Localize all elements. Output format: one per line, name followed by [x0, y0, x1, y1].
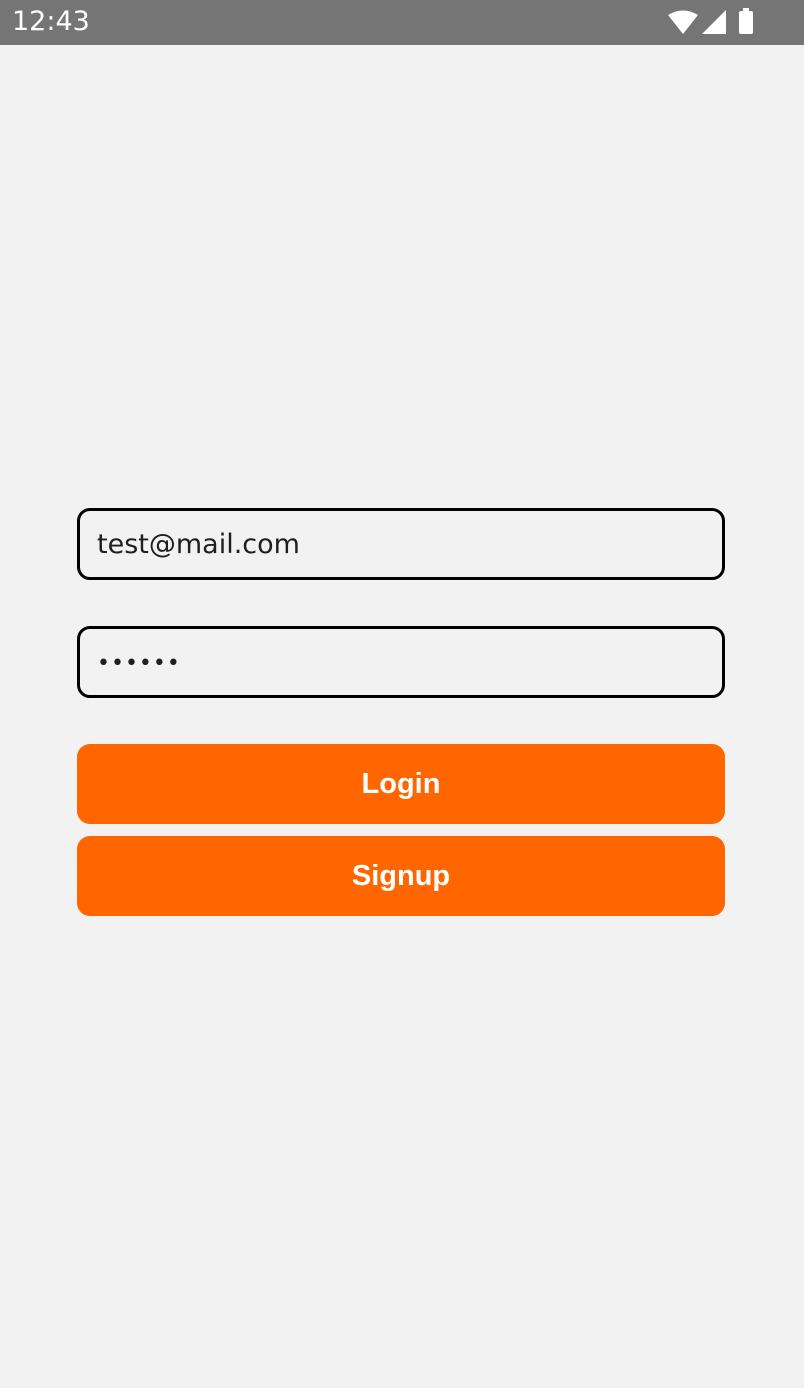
password-field-container — [77, 626, 725, 698]
status-time: 12:43 — [12, 6, 90, 37]
status-icons — [668, 8, 754, 34]
login-button[interactable]: Login — [77, 744, 725, 824]
email-field-container — [77, 508, 725, 580]
wifi-icon — [668, 10, 698, 34]
signup-button[interactable]: Signup — [77, 836, 725, 916]
status-bar: 12:43 — [0, 0, 804, 45]
signal-icon — [702, 10, 726, 34]
email-field[interactable] — [97, 511, 697, 577]
password-field[interactable] — [97, 630, 697, 696]
battery-icon — [738, 8, 754, 34]
